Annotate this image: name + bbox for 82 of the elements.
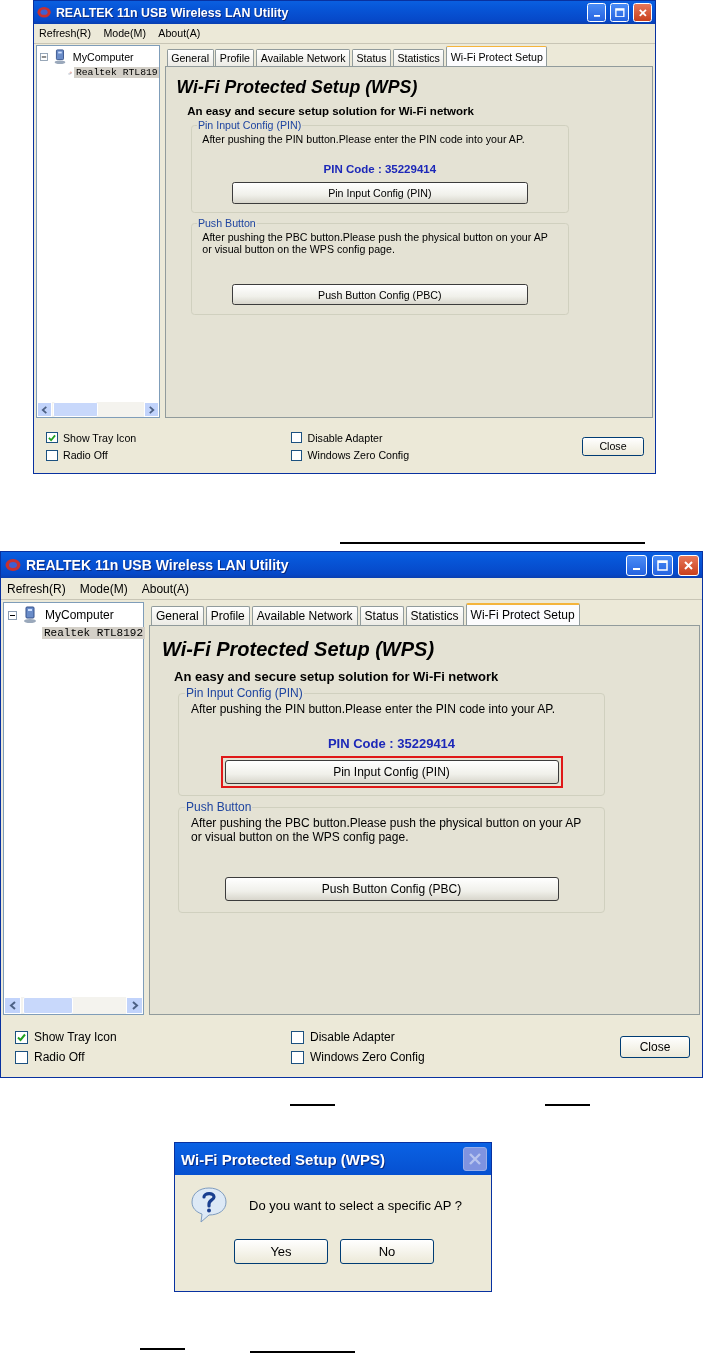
checkbox[interactable] (291, 1050, 304, 1064)
checkbox[interactable] (46, 449, 58, 462)
tab[interactable]: General (166, 48, 214, 66)
tree-item[interactable]: MyComputer (71, 51, 136, 63)
minimize-button[interactable] (626, 554, 647, 576)
tab[interactable]: Wi-Fi Protect Setup (446, 46, 548, 66)
menu-item[interactable]: Refresh(R) (39, 27, 92, 40)
menu-item[interactable]: About(A) (158, 27, 201, 40)
window-title: REALTEK 11n USB Wireless LAN Utility (26, 557, 290, 573)
collapse-icon[interactable] (8, 610, 17, 620)
checkbox-label: Disable Adapter (310, 1030, 395, 1044)
checkbox-label: Windows Zero Config (307, 449, 410, 462)
menu-item[interactable]: Mode(M) (79, 581, 128, 596)
app-logo-icon (37, 6, 52, 19)
pin-code: PIN Code : 35229414 (322, 163, 438, 176)
tab[interactable]: Statistics (405, 606, 464, 625)
heading: Wi-Fi Protected Setup (WPS) (176, 77, 419, 99)
minimize-button[interactable] (587, 3, 606, 22)
pin-code: PIN Code : 35229414 (326, 736, 457, 751)
tree-item[interactable]: Realtek RTL8192 (42, 627, 146, 639)
checkbox-label: Radio Off (63, 449, 108, 462)
tab[interactable]: Wi-Fi Protect Setup (465, 603, 580, 625)
checkbox[interactable] (15, 1050, 28, 1064)
window-title: REALTEK 11n USB Wireless LAN Utility (55, 5, 290, 20)
question-icon (189, 1185, 229, 1225)
checkbox[interactable] (15, 1030, 28, 1044)
checkbox[interactable] (46, 431, 58, 444)
description: After pushing the PIN button.Please enter the PIN code into your AP. (191, 702, 556, 716)
tab[interactable]: Profile (215, 48, 255, 66)
minimize-icon (633, 568, 640, 570)
checkbox-label: Windows Zero Config (310, 1050, 425, 1064)
close-button[interactable]: Close (620, 1036, 690, 1058)
tab[interactable]: Available Network (251, 606, 358, 625)
subheading: An easy and secure setup solution for Wi-Fi network (187, 105, 475, 118)
maximize-button[interactable] (652, 554, 673, 576)
tab[interactable]: Statistics (392, 48, 445, 66)
close-button[interactable]: Close (582, 436, 644, 457)
scrollbar[interactable] (4, 997, 143, 1014)
checkbox[interactable] (291, 1030, 304, 1044)
tab[interactable]: General (151, 606, 204, 625)
close-icon (683, 559, 694, 571)
menu-item[interactable]: About(A) (141, 581, 190, 596)
maximize-icon (614, 7, 625, 18)
checkbox-label: Radio Off (34, 1050, 85, 1064)
dialog-message: Do you want to select a specific AP ? (249, 1197, 462, 1213)
description: After pushing the PBC button.Please push the physical button on your AP or visual button on the WPS config page. (202, 230, 549, 256)
maximize-button[interactable] (610, 3, 629, 22)
wps-button[interactable]: Pin Input Config (PIN) (224, 760, 559, 784)
maximize-icon (657, 559, 668, 571)
checkbox-label: Disable Adapter (307, 431, 383, 444)
group-label: Push Button (197, 217, 257, 229)
checkbox-label: Show Tray Icon (63, 431, 137, 444)
app-logo-icon (5, 558, 21, 572)
scrollbar[interactable] (36, 402, 160, 418)
group-label: Push Button (185, 800, 253, 814)
group-label: Pin Input Config (PIN) (185, 686, 304, 700)
checkbox[interactable] (290, 431, 303, 444)
group-label: Pin Input Config (PIN) (197, 119, 303, 132)
close-icon (637, 7, 648, 18)
tab[interactable]: Status (359, 606, 404, 625)
dialog-button[interactable]: Yes (234, 1239, 328, 1264)
menu-item[interactable]: Refresh(R) (7, 581, 66, 596)
wps-button[interactable]: Push Button Config (PBC) (231, 284, 528, 306)
menu-item[interactable]: Mode(M) (103, 27, 146, 40)
tree-item[interactable]: Realtek RTL819 (74, 67, 160, 79)
dialog-title: Wi-Fi Protected Setup (WPS) (181, 1150, 387, 1168)
dialog-button[interactable]: No (340, 1239, 434, 1264)
close-icon (468, 1152, 482, 1166)
wps-button[interactable]: Pin Input Config (PIN) (231, 182, 528, 204)
checkbox[interactable] (290, 449, 303, 462)
heading: Wi-Fi Protected Setup (WPS) (162, 638, 436, 661)
tab[interactable]: Available Network (256, 48, 351, 66)
computer-icon (21, 606, 39, 624)
tab[interactable]: Profile (205, 606, 250, 625)
tab[interactable]: Status (351, 48, 392, 66)
subheading: An easy and secure setup solution for Wi-Fi network (174, 669, 500, 684)
minimize-icon (593, 15, 600, 17)
description: After pushing the PIN button.Please enter the PIN code into your AP. (202, 132, 526, 146)
description: After pushing the PBC button.Please push the physical button on your AP or visual button on the WPS config page. (191, 816, 583, 844)
tree-item[interactable]: MyComputer (43, 608, 116, 622)
checkbox-label: Show Tray Icon (34, 1030, 117, 1044)
wps-button[interactable]: Push Button Config (PBC) (224, 877, 559, 901)
